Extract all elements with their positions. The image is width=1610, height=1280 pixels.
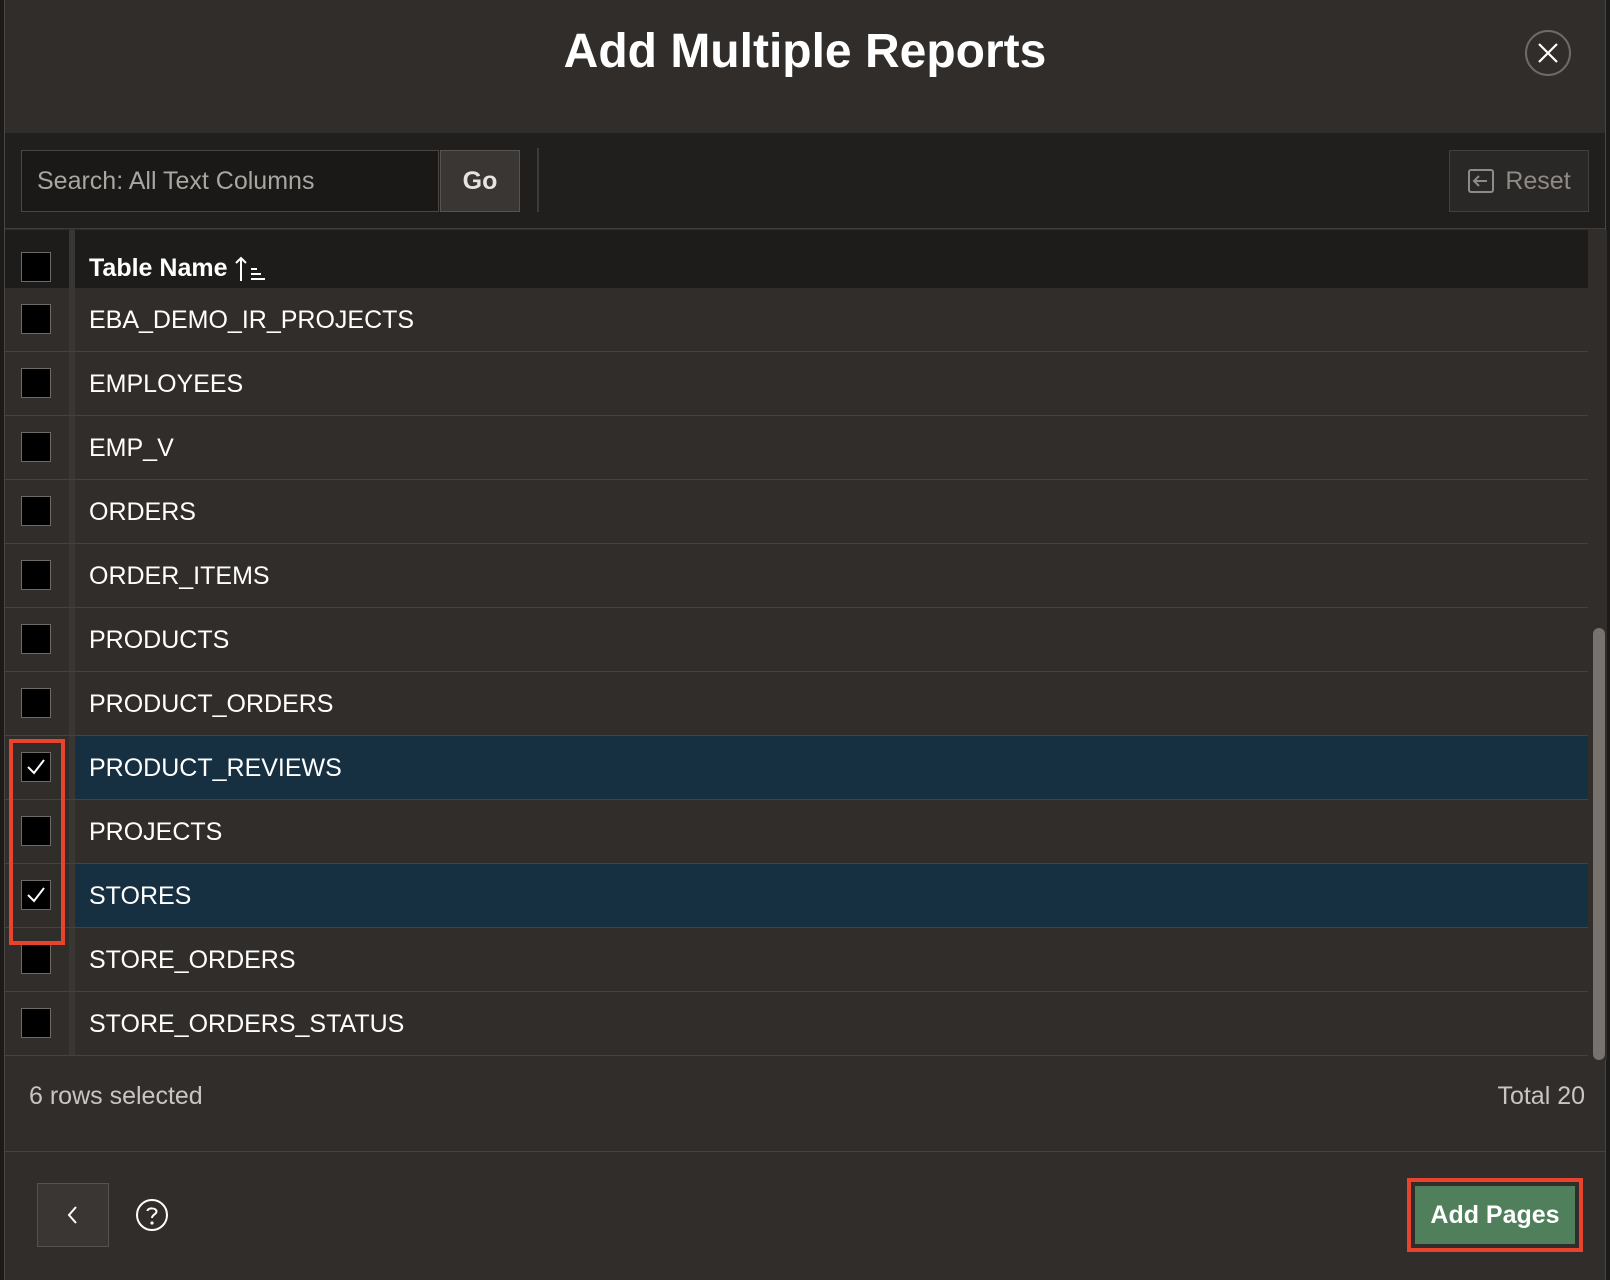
total-count: Total 20 bbox=[1497, 1082, 1585, 1110]
row-select-cell bbox=[5, 992, 69, 1055]
table-name-cell[interactable]: STORES bbox=[89, 882, 191, 911]
row-select-cell bbox=[5, 672, 69, 735]
row-select-cell bbox=[5, 608, 69, 671]
table-row[interactable]: EMP_V bbox=[5, 416, 1588, 480]
table-name-header-label: Table Name bbox=[89, 254, 228, 282]
sort-ascending-icon bbox=[235, 256, 266, 281]
previous-button[interactable] bbox=[37, 1183, 109, 1247]
table-row[interactable]: ORDER_ITEMS bbox=[5, 544, 1588, 608]
table-row[interactable]: PRODUCTS bbox=[5, 608, 1588, 672]
table-row[interactable]: STORE_ORDERS_STATUS bbox=[5, 992, 1588, 1056]
table-name-cell[interactable]: EBA_DEMO_IR_PROJECTS bbox=[89, 306, 414, 335]
row-checkbox[interactable] bbox=[21, 816, 51, 846]
table-row[interactable]: PROJECTS bbox=[5, 800, 1588, 864]
row-checkbox[interactable] bbox=[21, 944, 51, 974]
table-row[interactable]: PRODUCT_ORDERS bbox=[5, 672, 1588, 736]
go-button[interactable]: Go bbox=[440, 150, 520, 212]
row-checkbox[interactable] bbox=[21, 880, 51, 910]
column-divider bbox=[69, 352, 75, 415]
table-name-cell[interactable]: EMP_V bbox=[89, 434, 174, 463]
row-cell-background bbox=[75, 352, 1588, 415]
add-multiple-reports-dialog: Add Multiple Reports Go Reset Table Name bbox=[4, 0, 1607, 1280]
column-divider bbox=[69, 608, 75, 671]
close-button[interactable] bbox=[1525, 30, 1571, 76]
search-input[interactable] bbox=[21, 150, 439, 212]
column-divider bbox=[69, 992, 75, 1055]
row-cell-background bbox=[75, 608, 1588, 671]
table-name-cell[interactable]: STORE_ORDERS bbox=[89, 946, 296, 975]
table-name-cell[interactable]: PROJECTS bbox=[89, 818, 222, 847]
row-checkbox[interactable] bbox=[21, 304, 51, 334]
add-pages-button[interactable]: Add Pages bbox=[1415, 1186, 1575, 1244]
checkmark-icon bbox=[27, 887, 45, 903]
row-select-cell bbox=[5, 800, 69, 863]
dialog-button-bar: Add Pages bbox=[5, 1152, 1605, 1280]
grid-footer: 6 rows selected Total 20 bbox=[5, 1062, 1605, 1152]
row-checkbox[interactable] bbox=[21, 560, 51, 590]
column-divider bbox=[69, 864, 75, 927]
column-divider bbox=[69, 928, 75, 991]
help-icon bbox=[136, 1199, 168, 1231]
undo-arrow-icon bbox=[1468, 169, 1495, 193]
column-divider bbox=[69, 288, 75, 351]
table-row[interactable]: STORE_ORDERS bbox=[5, 928, 1588, 992]
column-divider bbox=[69, 672, 75, 735]
table-row[interactable]: EMPLOYEES bbox=[5, 352, 1588, 416]
table-name-cell[interactable]: EMPLOYEES bbox=[89, 370, 243, 399]
close-icon bbox=[1538, 43, 1558, 63]
table-row[interactable]: STORES bbox=[5, 864, 1588, 928]
table-row[interactable]: PRODUCT_REVIEWS bbox=[5, 736, 1588, 800]
row-cell-background bbox=[75, 864, 1588, 927]
toolbar-divider bbox=[537, 148, 539, 212]
row-select-cell bbox=[5, 352, 69, 415]
row-cell-background bbox=[75, 416, 1588, 479]
row-select-cell bbox=[5, 928, 69, 991]
row-checkbox[interactable] bbox=[21, 496, 51, 526]
table-name-cell[interactable]: PRODUCT_REVIEWS bbox=[89, 754, 342, 783]
row-cell-background bbox=[75, 544, 1588, 607]
table-row[interactable]: EBA_DEMO_IR_PROJECTS bbox=[5, 288, 1588, 352]
reset-button[interactable]: Reset bbox=[1449, 150, 1589, 212]
row-select-cell bbox=[5, 416, 69, 479]
help-button[interactable] bbox=[135, 1198, 169, 1232]
row-select-cell bbox=[5, 736, 69, 799]
checkmark-icon bbox=[27, 759, 45, 775]
column-divider bbox=[69, 800, 75, 863]
row-checkbox[interactable] bbox=[21, 752, 51, 782]
table-name-cell[interactable]: STORE_ORDERS_STATUS bbox=[89, 1010, 404, 1039]
row-checkbox[interactable] bbox=[21, 1008, 51, 1038]
dialog-title: Add Multiple Reports bbox=[563, 25, 1047, 78]
row-checkbox[interactable] bbox=[21, 624, 51, 654]
rows-selected-count: 6 rows selected bbox=[29, 1082, 203, 1110]
table-name-cell[interactable]: ORDERS bbox=[89, 498, 196, 527]
highlight-annotation-add-pages: Add Pages bbox=[1407, 1178, 1583, 1252]
row-checkbox[interactable] bbox=[21, 688, 51, 718]
column-divider bbox=[69, 416, 75, 479]
row-cell-background bbox=[75, 480, 1588, 543]
column-divider bbox=[69, 480, 75, 543]
report-toolbar: Go Reset bbox=[5, 133, 1605, 229]
select-all-checkbox[interactable] bbox=[21, 252, 51, 282]
tables-grid: Table Name EBA_DEMO_IR_PROJECTS EMPLOYEES… bbox=[5, 230, 1588, 1060]
row-checkbox[interactable] bbox=[21, 432, 51, 462]
row-select-cell bbox=[5, 480, 69, 543]
dialog-title-bar: Add Multiple Reports bbox=[5, 0, 1605, 133]
table-name-cell[interactable]: PRODUCT_ORDERS bbox=[89, 690, 333, 719]
row-select-cell bbox=[5, 288, 69, 351]
row-checkbox[interactable] bbox=[21, 368, 51, 398]
reset-label: Reset bbox=[1505, 166, 1571, 195]
column-divider bbox=[69, 736, 75, 799]
chevron-left-icon bbox=[67, 1206, 77, 1224]
column-divider bbox=[69, 544, 75, 607]
row-cell-background bbox=[75, 928, 1588, 991]
table-row[interactable]: ORDERS bbox=[5, 480, 1588, 544]
table-name-header[interactable]: Table Name bbox=[89, 254, 267, 283]
row-select-cell bbox=[5, 864, 69, 927]
row-select-cell bbox=[5, 544, 69, 607]
table-name-cell[interactable]: PRODUCTS bbox=[89, 626, 229, 655]
table-name-cell[interactable]: ORDER_ITEMS bbox=[89, 562, 270, 591]
scrollbar-thumb[interactable] bbox=[1593, 628, 1605, 1060]
row-cell-background bbox=[75, 800, 1588, 863]
